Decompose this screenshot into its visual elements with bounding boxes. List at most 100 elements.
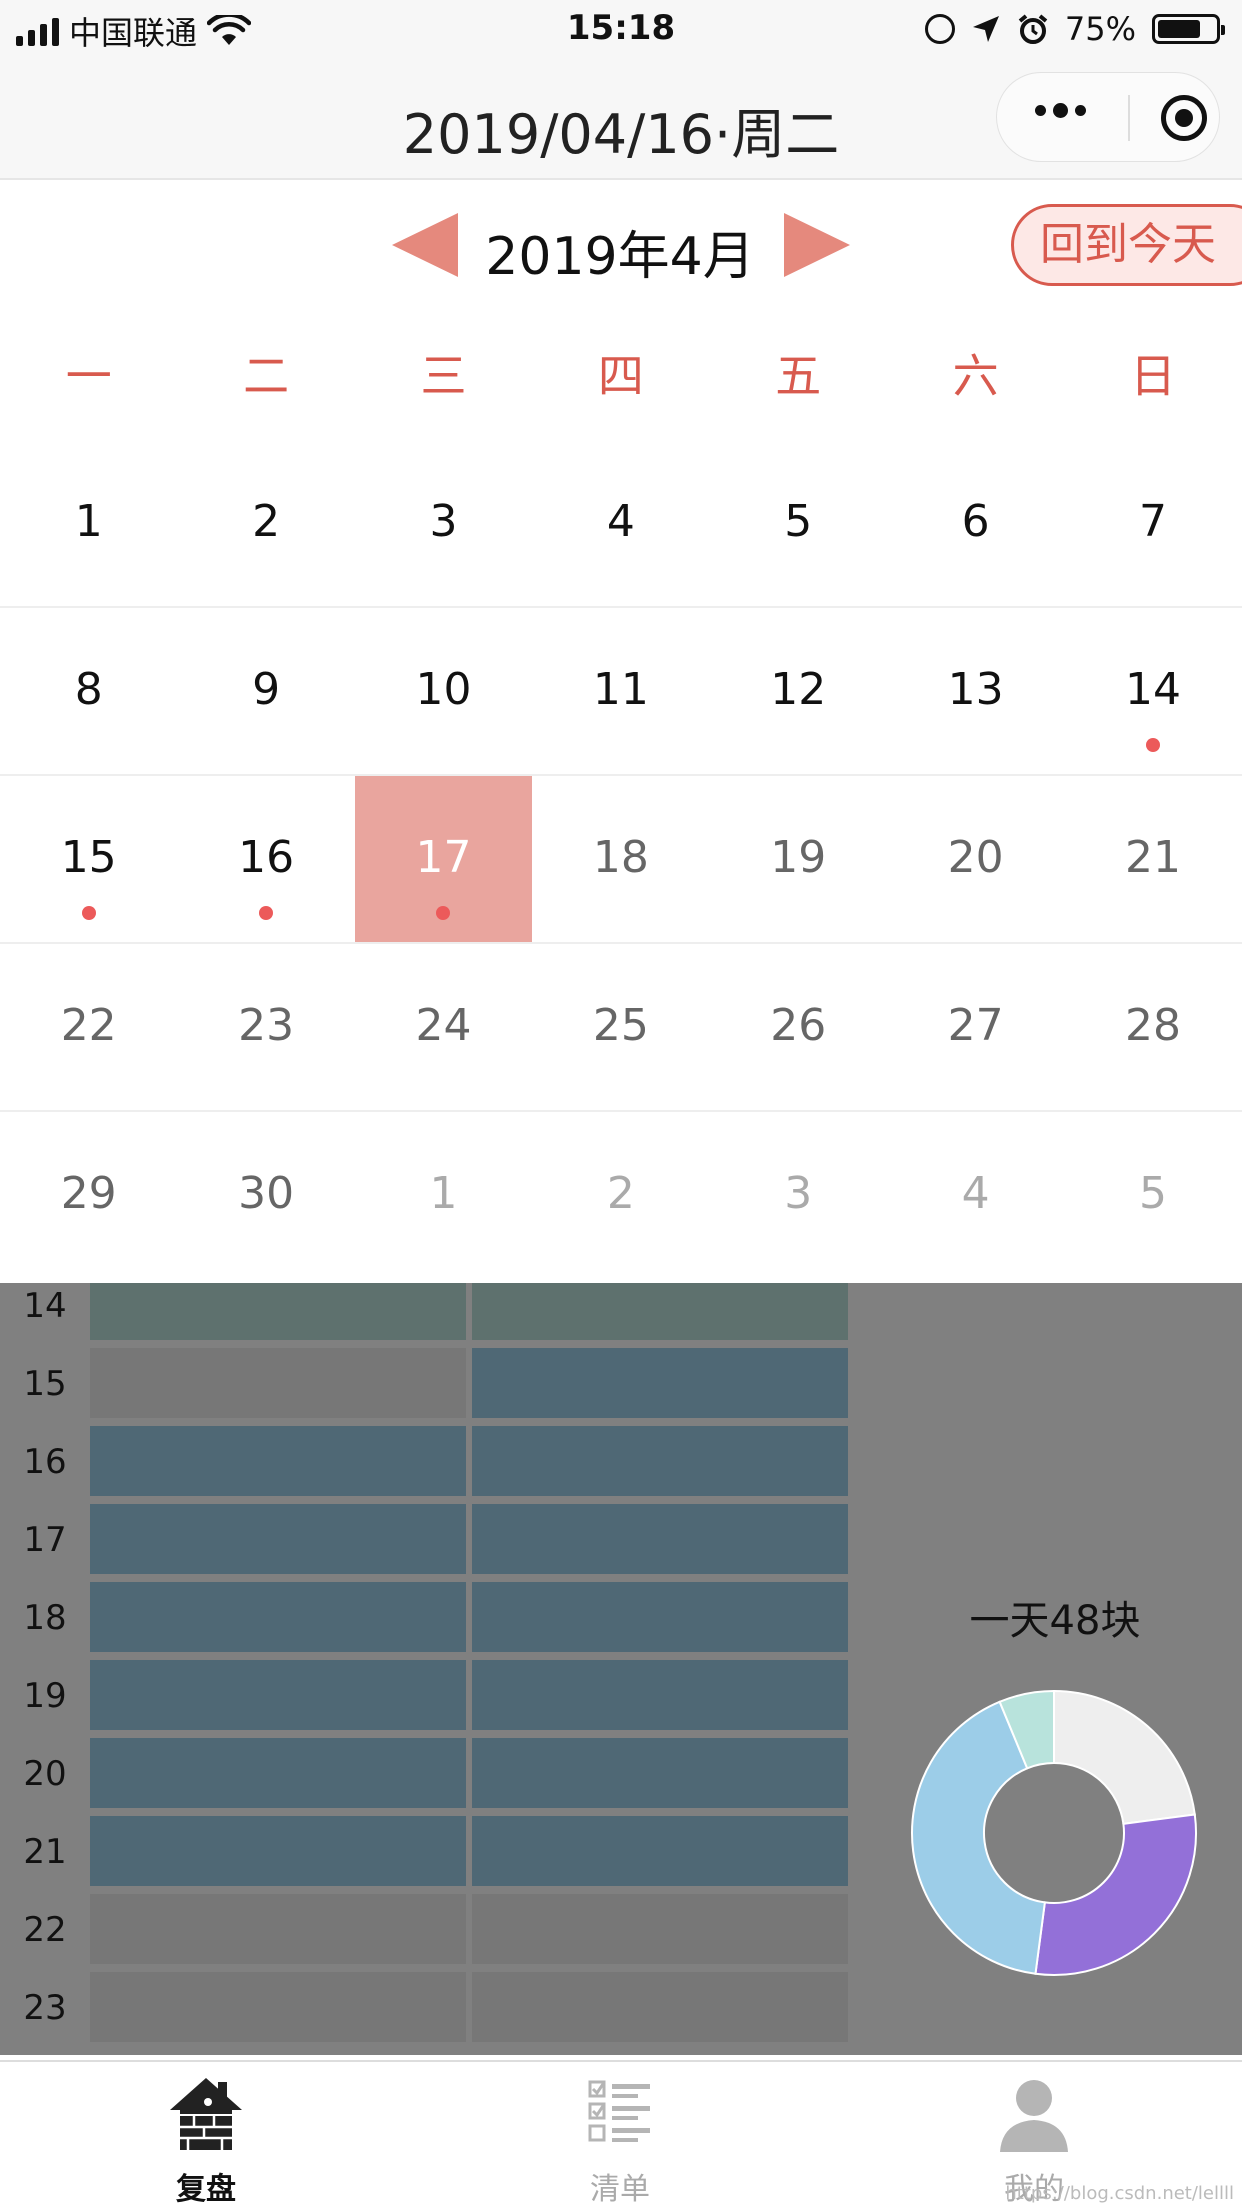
- time-block[interactable]: [90, 1816, 466, 1886]
- calendar-day[interactable]: 2: [177, 440, 354, 606]
- time-block[interactable]: [90, 1660, 466, 1730]
- weekday-label: 二: [243, 349, 290, 403]
- time-block[interactable]: [90, 1972, 466, 2042]
- calendar-day-selected[interactable]: 17: [354, 776, 533, 942]
- calendar-day[interactable]: 15: [0, 776, 177, 942]
- day-number: 5: [1139, 1168, 1168, 1219]
- time-block[interactable]: [472, 1738, 848, 1808]
- time-block[interactable]: [90, 1348, 466, 1418]
- calendar-day[interactable]: 2: [532, 1112, 709, 1278]
- day-number: 2: [606, 1168, 635, 1219]
- time-block[interactable]: [90, 1504, 466, 1574]
- location-icon: [972, 16, 999, 42]
- calendar-day[interactable]: 19: [710, 776, 887, 942]
- tab-bar: 复盘 清单 我的 https://blog.csdn.net/lellll: [0, 2060, 1242, 2210]
- calendar-day[interactable]: 3: [710, 1112, 887, 1278]
- alarm-icon: [1018, 14, 1048, 44]
- house-icon: [170, 2078, 242, 2150]
- calendar-day[interactable]: 21: [1064, 776, 1241, 942]
- day-number: 22: [60, 1000, 117, 1051]
- calendar-day[interactable]: 11: [532, 608, 709, 774]
- calendar-day[interactable]: 12: [710, 608, 887, 774]
- time-block[interactable]: [472, 1426, 848, 1496]
- record-dot-icon: [259, 906, 274, 920]
- weekday-label: 六: [952, 349, 999, 403]
- time-block[interactable]: [90, 1582, 466, 1652]
- time-block[interactable]: [472, 1972, 848, 2042]
- calendar-day[interactable]: 6: [887, 440, 1064, 606]
- time-block[interactable]: [90, 1738, 466, 1808]
- calendar-day[interactable]: 4: [532, 440, 709, 606]
- weekday-label: 四: [597, 349, 644, 403]
- hour-label: 23: [23, 1988, 67, 2028]
- time-block[interactable]: [472, 1348, 848, 1418]
- day-number: 16: [238, 832, 295, 883]
- calendar-day[interactable]: 5: [710, 440, 887, 606]
- calendar-day[interactable]: 10: [355, 608, 532, 774]
- calendar-day[interactable]: 30: [177, 1112, 354, 1278]
- time-block[interactable]: [472, 1283, 848, 1340]
- day-number: 21: [1125, 832, 1182, 883]
- time-block[interactable]: [90, 1894, 466, 1964]
- donut-chart: [911, 1689, 1197, 1976]
- time-block[interactable]: [472, 1894, 848, 1964]
- schedule-panel: 一天48块 14 15 16 17 18 19 20 21 22 23: [0, 1283, 1242, 2055]
- weekday-header: 一 二 三 四 五 六 日: [0, 340, 1242, 410]
- more-icon[interactable]: [1035, 103, 1086, 118]
- hour-label: 16: [23, 1442, 67, 1482]
- nav-bar: 2019/04/16·周二: [0, 60, 1242, 180]
- weekday-label: 五: [775, 349, 822, 403]
- day-number: 3: [429, 496, 458, 547]
- day-number: 28: [1125, 1000, 1182, 1051]
- calendar-day[interactable]: 7: [1064, 440, 1241, 606]
- status-bar: 中国联通 15:18 75%: [0, 0, 1242, 60]
- calendar-day[interactable]: 25: [532, 944, 709, 1110]
- day-number: 29: [60, 1168, 117, 1219]
- day-number: 1: [429, 1168, 458, 1219]
- prev-month-icon[interactable]: [392, 213, 458, 277]
- calendar-week-row: 22 23 24 25 26 27 28: [0, 944, 1242, 1112]
- hour-label: 18: [23, 1598, 67, 1638]
- close-target-icon[interactable]: [1161, 95, 1207, 141]
- weekday-label: 一: [65, 349, 112, 403]
- calendar-day[interactable]: 24: [355, 944, 532, 1110]
- checklist-icon: [588, 2080, 650, 2142]
- day-number: 4: [961, 1168, 990, 1219]
- tab-list[interactable]: 清单: [510, 2074, 730, 2208]
- time-block[interactable]: [90, 1426, 466, 1496]
- day-number: 5: [784, 496, 813, 547]
- time-block[interactable]: [472, 1582, 848, 1652]
- calendar-day[interactable]: 18: [532, 776, 709, 942]
- hour-label: 19: [23, 1676, 67, 1716]
- calendar-day[interactable]: 4: [887, 1112, 1064, 1278]
- calendar-day[interactable]: 16: [177, 776, 354, 942]
- calendar-day[interactable]: 9: [177, 608, 354, 774]
- record-dot-icon: [81, 906, 96, 920]
- day-number: 12: [770, 664, 827, 715]
- time-block[interactable]: [472, 1504, 848, 1574]
- time-block[interactable]: [472, 1816, 848, 1886]
- calendar-day[interactable]: 29: [0, 1112, 177, 1278]
- next-month-icon[interactable]: [784, 213, 850, 277]
- calendar-day[interactable]: 23: [177, 944, 354, 1110]
- calendar-day[interactable]: 28: [1064, 944, 1241, 1110]
- calendar-day[interactable]: 1: [0, 440, 177, 606]
- calendar-day[interactable]: 20: [887, 776, 1064, 942]
- calendar-day[interactable]: 13: [887, 608, 1064, 774]
- month-header: 2019年4月 回到今天: [0, 180, 1242, 310]
- calendar-day[interactable]: 3: [355, 440, 532, 606]
- calendar-day[interactable]: 5: [1064, 1112, 1241, 1278]
- calendar-day[interactable]: 14: [1064, 608, 1241, 774]
- calendar-week-row: 15 16 17 18 19 20 21: [0, 776, 1242, 944]
- day-number: 11: [592, 664, 649, 715]
- calendar-day[interactable]: 8: [0, 608, 177, 774]
- tab-review-label: 复盘: [176, 2172, 236, 2207]
- tab-review[interactable]: 复盘: [96, 2074, 316, 2208]
- back-to-today-button[interactable]: 回到今天: [1011, 204, 1242, 286]
- calendar-day[interactable]: 27: [887, 944, 1064, 1110]
- calendar-day[interactable]: 22: [0, 944, 177, 1110]
- time-block[interactable]: [472, 1660, 848, 1730]
- calendar-day[interactable]: 1: [355, 1112, 532, 1278]
- calendar-day[interactable]: 26: [710, 944, 887, 1110]
- time-block[interactable]: [90, 1283, 466, 1340]
